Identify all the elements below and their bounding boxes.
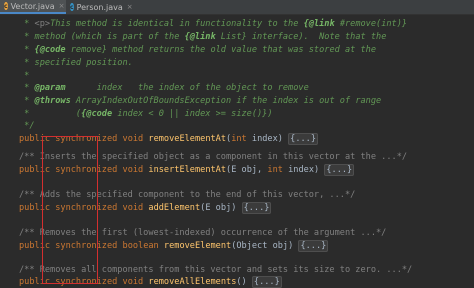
method-signature[interactable]: public synchronized void removeAllElemen…: [0, 276, 474, 288]
code-line: * <p>This method is identical in functio…: [19, 19, 408, 29]
folded-doc-comment[interactable]: /** Inserts the specified object as a co…: [0, 151, 474, 163]
synchronized-keyword: synchronized: [55, 165, 118, 175]
code-line: * ({@code index < 0 || index >= size()}): [19, 109, 273, 119]
folded-body[interactable]: {...}: [288, 133, 319, 145]
method-signature[interactable]: public synchronized void insertElementAt…: [0, 164, 474, 176]
folded-doc-comment[interactable]: /** Adds the specified component to the …: [0, 189, 474, 201]
code-line: * method (which is part of the {@link Li…: [19, 32, 387, 42]
folded-doc-comment[interactable]: /** Removes all components from this vec…: [0, 264, 474, 276]
folded-body[interactable]: {...}: [298, 240, 329, 252]
close-icon[interactable]: ×: [127, 3, 133, 11]
editor-tab-bar: c Vector.java × c Person.java ×: [0, 0, 474, 15]
code-editor[interactable]: * <p>This method is identical in functio…: [0, 15, 474, 288]
folded-body[interactable]: {...}: [241, 202, 272, 214]
synchronized-keyword: synchronized: [55, 241, 118, 251]
synchronized-keyword: synchronized: [55, 277, 118, 287]
folded-body[interactable]: {...}: [324, 164, 355, 176]
code-line: * @param index the index of the object t…: [19, 83, 309, 93]
code-line: * {@code remove} method returns the old …: [19, 45, 377, 55]
synchronized-keyword: synchronized: [55, 203, 118, 213]
close-icon[interactable]: ×: [59, 2, 65, 10]
method-signature[interactable]: public synchronized boolean removeElemen…: [0, 240, 474, 252]
code-line: * specified position.: [19, 58, 133, 68]
folded-doc-comment[interactable]: /** Removes the first (lowest-indexed) o…: [0, 227, 474, 239]
tab-label: Vector.java: [10, 1, 55, 11]
synchronized-keyword: synchronized: [55, 134, 118, 144]
code-line: * @throws ArrayIndexOutOfBoundsException…: [19, 96, 382, 106]
method-signature[interactable]: public synchronized void removeElementAt…: [0, 133, 474, 145]
code-line: *: [19, 71, 30, 81]
class-icon: c: [4, 2, 8, 10]
tab-vector-java[interactable]: c Vector.java ×: [0, 0, 66, 14]
class-icon: c: [70, 3, 74, 11]
tab-person-java[interactable]: c Person.java ×: [66, 0, 133, 14]
folded-body[interactable]: {...}: [251, 276, 282, 288]
code-line: */: [19, 121, 35, 131]
tab-label: Person.java: [76, 2, 123, 12]
method-signature[interactable]: public synchronized void addElement(E ob…: [0, 202, 474, 214]
